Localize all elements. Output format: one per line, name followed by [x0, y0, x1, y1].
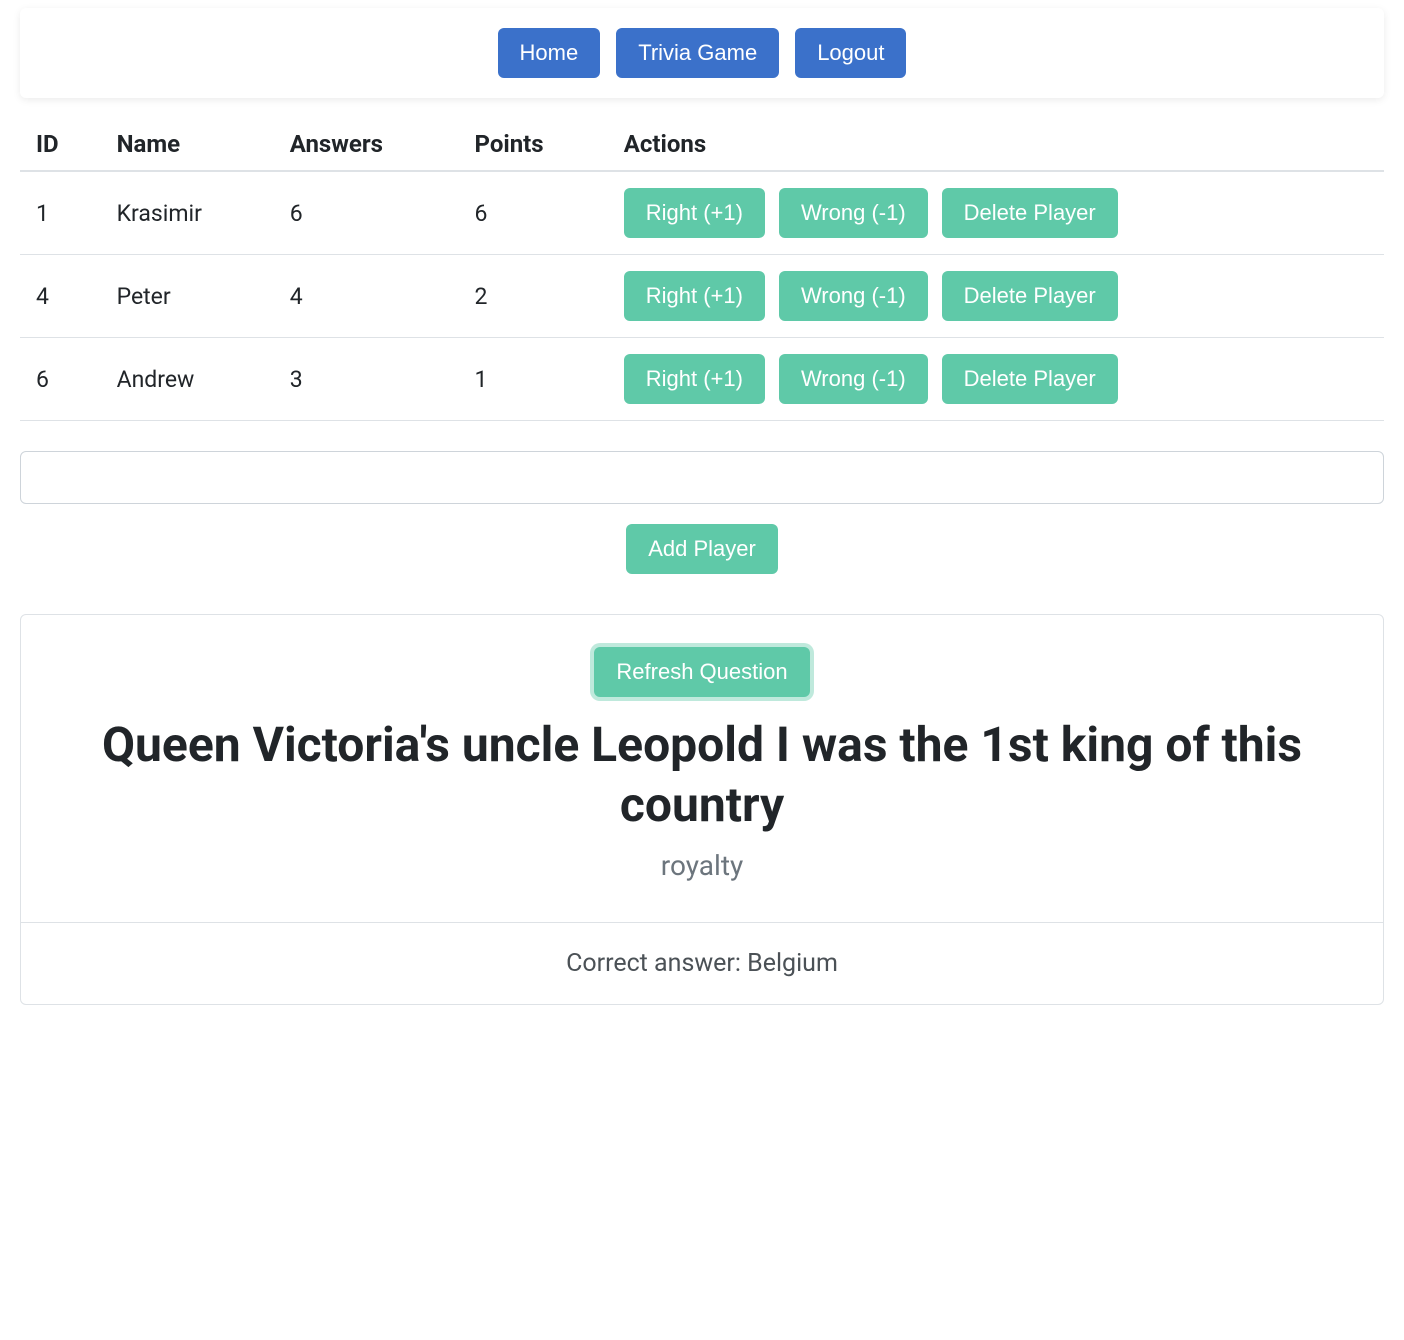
cell-name: Peter	[101, 255, 274, 338]
question-card: Refresh Question Queen Victoria's uncle …	[20, 614, 1384, 1005]
cell-name: Krasimir	[101, 171, 274, 255]
wrong-button[interactable]: Wrong (-1)	[779, 188, 928, 238]
cell-points: 1	[459, 338, 608, 421]
cell-answers: 4	[274, 255, 459, 338]
cell-name: Andrew	[101, 338, 274, 421]
cell-actions: Right (+1) Wrong (-1) Delete Player	[608, 255, 1384, 338]
cell-id: 1	[20, 171, 101, 255]
cell-id: 6	[20, 338, 101, 421]
table-row: 6Andrew31 Right (+1) Wrong (-1) Delete Play…	[20, 338, 1384, 421]
col-name: Name	[101, 118, 274, 171]
answer-value: Belgium	[747, 949, 838, 978]
cell-answers: 3	[274, 338, 459, 421]
wrong-button[interactable]: Wrong (-1)	[779, 271, 928, 321]
delete-player-button[interactable]: Delete Player	[942, 188, 1118, 238]
cell-actions: Right (+1) Wrong (-1) Delete Player	[608, 338, 1384, 421]
question-answer: Correct answer: Belgium	[21, 922, 1383, 1004]
cell-points: 2	[459, 255, 608, 338]
nav-logout-button[interactable]: Logout	[795, 28, 906, 78]
cell-id: 4	[20, 255, 101, 338]
refresh-question-button[interactable]: Refresh Question	[594, 647, 809, 697]
nav-trivia-button[interactable]: Trivia Game	[616, 28, 779, 78]
right-button[interactable]: Right (+1)	[624, 354, 765, 404]
answer-prefix: Correct answer:	[566, 949, 747, 978]
col-points: Points	[459, 118, 608, 171]
right-button[interactable]: Right (+1)	[624, 271, 765, 321]
col-answers: Answers	[274, 118, 459, 171]
cell-actions: Right (+1) Wrong (-1) Delete Player	[608, 171, 1384, 255]
players-table: ID Name Answers Points Actions 1Krasimir…	[20, 118, 1384, 421]
question-text: Queen Victoria's uncle Leopold I was the…	[61, 715, 1343, 835]
table-row: 4Peter42Right (+1)Wrong (-1)Delete Playe…	[20, 255, 1384, 338]
delete-player-button[interactable]: Delete Player	[942, 271, 1118, 321]
cell-points: 6	[459, 171, 608, 255]
table-row: 1Krasimir66Right (+1)Wrong (-1)Delete Pl…	[20, 171, 1384, 255]
cell-answers: 6	[274, 171, 459, 255]
col-id: ID	[20, 118, 101, 171]
question-category: royalty	[61, 849, 1343, 882]
nav-home-button[interactable]: Home	[498, 28, 601, 78]
player-name-input[interactable]	[20, 451, 1384, 504]
col-actions: Actions	[608, 118, 1384, 171]
wrong-button[interactable]: Wrong (-1)	[779, 354, 928, 404]
right-button[interactable]: Right (+1)	[624, 188, 765, 238]
delete-player-button[interactable]: Delete Player	[942, 354, 1118, 404]
navbar: Home Trivia Game Logout	[20, 8, 1384, 98]
add-player-button[interactable]: Add Player	[626, 524, 778, 574]
